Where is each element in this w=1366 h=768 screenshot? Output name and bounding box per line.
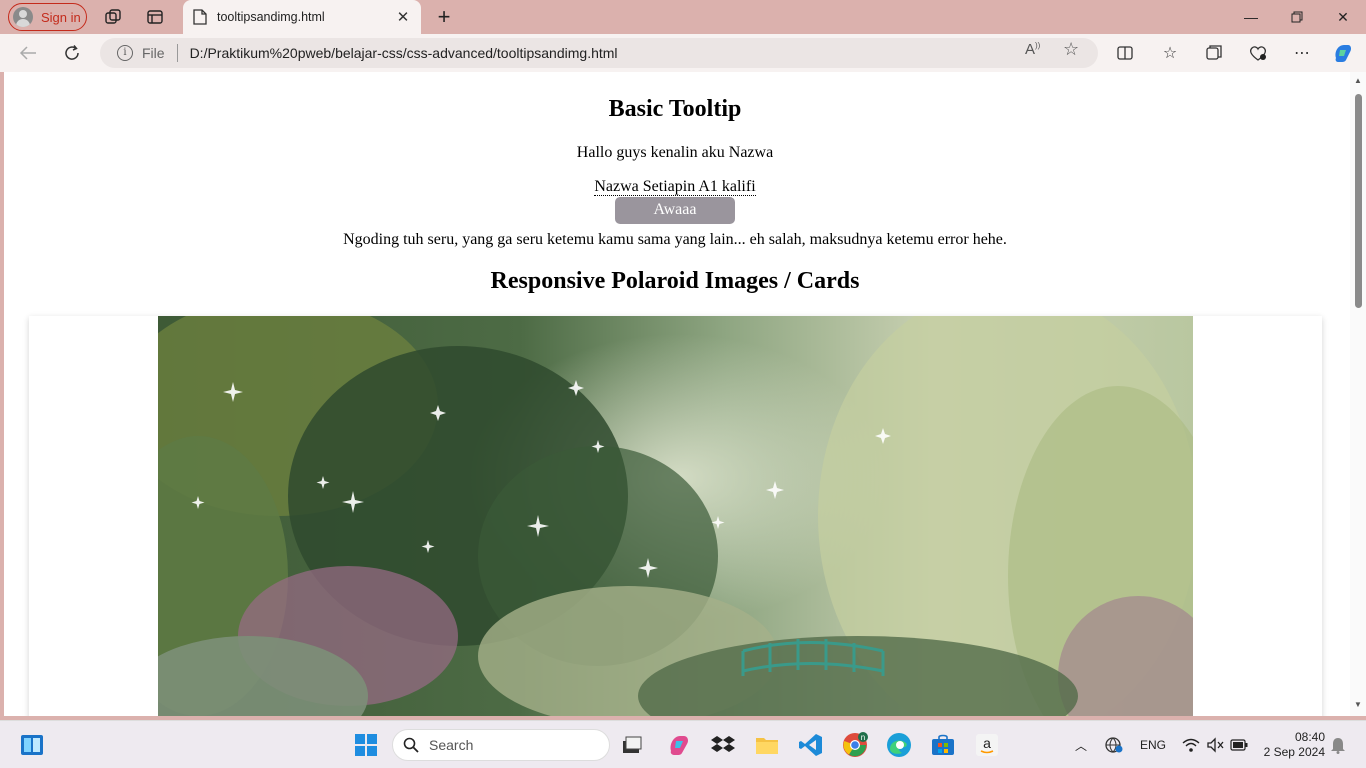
minimize-icon[interactable]: — bbox=[1228, 0, 1274, 34]
divider bbox=[176, 44, 178, 62]
garden-photo bbox=[158, 316, 1193, 716]
scroll-down-icon[interactable]: ▼ bbox=[1353, 700, 1363, 709]
tooltip-line: Nazwa Setiapin A1 kalifi bbox=[4, 178, 1346, 196]
store-icon[interactable] bbox=[929, 731, 957, 759]
page-scrollbar[interactable]: ▲ ▼ bbox=[1350, 72, 1366, 716]
svg-text:a: a bbox=[983, 735, 991, 751]
tooltip-popup: Awaaa bbox=[615, 197, 735, 224]
tab-bar: Sign in tooltipsandimg.html ✕ + — ✕ bbox=[0, 0, 1366, 34]
favorite-star-icon[interactable]: ☆ bbox=[1063, 39, 1079, 60]
heading-polaroid: Responsive Polaroid Images / Cards bbox=[490, 268, 860, 294]
vscode-icon[interactable] bbox=[797, 731, 825, 759]
clock-time: 08:40 bbox=[1294, 730, 1325, 744]
file-explorer-icon[interactable] bbox=[753, 731, 781, 759]
paragraph-text: Ngoding tuh seru, yang ga seru ketemu ka… bbox=[343, 231, 1007, 248]
read-aloud-icon[interactable]: A)) bbox=[1025, 41, 1040, 58]
scroll-up-icon[interactable]: ▲ bbox=[1353, 76, 1363, 85]
amazon-icon[interactable]: a bbox=[973, 731, 1001, 759]
browser-essentials-icon[interactable] bbox=[1247, 42, 1269, 64]
chrome-profile-badge: n bbox=[861, 733, 865, 742]
widgets-icon[interactable] bbox=[18, 731, 46, 759]
scheme-label: File bbox=[142, 45, 165, 61]
info-icon[interactable]: i bbox=[117, 45, 133, 61]
navigation-bar: i File D:/Praktikum%20pweb/belajar-css/c… bbox=[0, 34, 1366, 72]
wifi-icon[interactable] bbox=[1182, 721, 1200, 768]
split-screen-icon[interactable] bbox=[1114, 42, 1136, 64]
polaroid-card bbox=[29, 316, 1322, 716]
battery-icon[interactable] bbox=[1230, 721, 1248, 768]
close-window-icon[interactable]: ✕ bbox=[1320, 0, 1366, 34]
start-icon[interactable] bbox=[352, 731, 380, 759]
url-text[interactable]: D:/Praktikum%20pweb/belajar-css/css-adva… bbox=[190, 45, 1098, 61]
taskbar-search[interactable]: Search bbox=[392, 729, 610, 761]
back-icon[interactable] bbox=[16, 42, 40, 64]
edge-icon[interactable] bbox=[885, 731, 913, 759]
tab-active[interactable]: tooltipsandimg.html ✕ bbox=[183, 0, 421, 34]
new-tab-icon[interactable]: + bbox=[434, 4, 454, 30]
tooltip-target[interactable]: Nazwa Setiapin A1 kalifi bbox=[594, 178, 756, 196]
restore-icon[interactable] bbox=[1274, 0, 1320, 34]
tab-actions-icon[interactable] bbox=[145, 7, 165, 27]
file-icon bbox=[193, 9, 207, 25]
collections-icon[interactable] bbox=[1203, 42, 1225, 64]
chrome-icon[interactable]: n bbox=[841, 731, 869, 759]
tab-title: tooltipsandimg.html bbox=[217, 10, 325, 24]
scrollbar-thumb[interactable] bbox=[1355, 94, 1362, 308]
refresh-icon[interactable] bbox=[60, 42, 84, 64]
page-viewport: Basic Tooltip Hallo guys kenalin aku Naz… bbox=[4, 72, 1366, 716]
language-indicator[interactable]: ENG bbox=[1140, 721, 1166, 768]
more-menu-icon[interactable]: ⋯ bbox=[1291, 42, 1313, 64]
network-sync-icon[interactable] bbox=[1104, 721, 1124, 768]
copilot-taskbar-icon[interactable] bbox=[665, 731, 693, 759]
sign-in-button[interactable]: Sign in bbox=[8, 3, 87, 31]
intro-text: Hallo guys kenalin aku Nazwa bbox=[576, 144, 774, 161]
tray-overflow-icon[interactable]: ︿ bbox=[1075, 721, 1087, 768]
notifications-bell-icon[interactable] bbox=[1330, 721, 1346, 768]
search-placeholder: Search bbox=[429, 737, 474, 753]
sign-in-label: Sign in bbox=[41, 9, 81, 25]
address-bar[interactable]: i File D:/Praktikum%20pweb/belajar-css/c… bbox=[100, 38, 1098, 68]
tab-close-icon[interactable]: ✕ bbox=[393, 8, 413, 26]
dropbox-icon[interactable] bbox=[709, 731, 737, 759]
volume-muted-icon[interactable] bbox=[1206, 721, 1224, 768]
workspaces-icon[interactable] bbox=[103, 7, 123, 27]
clock[interactable]: 08:40 2 Sep 2024 bbox=[1255, 730, 1325, 760]
search-icon bbox=[403, 737, 419, 753]
copilot-icon[interactable] bbox=[1332, 42, 1354, 64]
task-view-icon[interactable] bbox=[618, 731, 646, 759]
heading-basic-tooltip: Basic Tooltip bbox=[608, 96, 742, 122]
avatar-icon bbox=[13, 7, 33, 27]
clock-date: 2 Sep 2024 bbox=[1263, 745, 1325, 759]
taskbar: Search n a ︿ ENG 08:40 2 Sep 2024 bbox=[0, 720, 1366, 768]
favorites-icon[interactable]: ☆ bbox=[1159, 42, 1181, 64]
